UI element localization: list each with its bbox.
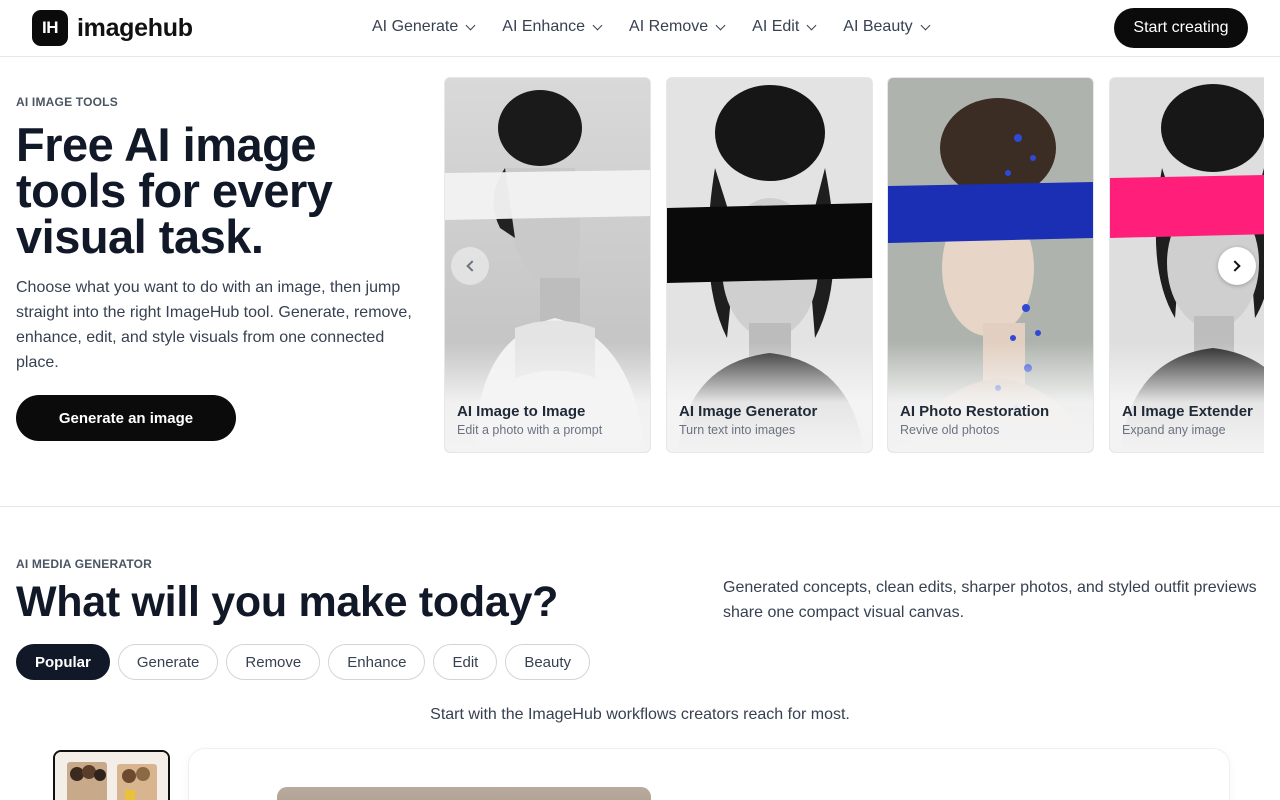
main-nav: AI Generate AI Enhance AI Remove AI Edit… bbox=[372, 18, 957, 36]
hero-description: Choose what you want to do with an image… bbox=[16, 279, 412, 371]
hero-title: Free AI image tools for every visual tas… bbox=[16, 118, 333, 263]
start-creating-button[interactable]: Start creating bbox=[1114, 8, 1248, 48]
category-tabs: Popular Generate Remove Enhance Edit Bea… bbox=[16, 644, 591, 680]
section-divider bbox=[0, 506, 1280, 507]
carousel-next-button[interactable] bbox=[1218, 247, 1256, 285]
logo-mark: IH bbox=[32, 10, 68, 46]
tool-card-image-generator[interactable]: AI Image Generator Turn text into images bbox=[666, 77, 873, 453]
nav-label: AI Beauty bbox=[843, 18, 913, 35]
generate-image-button[interactable]: Generate an image bbox=[16, 395, 236, 441]
chevron-down-icon bbox=[715, 20, 726, 30]
nav-label: AI Edit bbox=[752, 18, 800, 35]
tab-generate[interactable]: Generate bbox=[117, 644, 219, 680]
section-description: Generated concepts, clean edits, sharper… bbox=[723, 579, 1257, 621]
chevron-down-icon bbox=[465, 20, 476, 30]
nav-ai-edit[interactable]: AI Edit bbox=[752, 18, 817, 36]
card-title: AI Image Extender bbox=[1122, 403, 1253, 420]
tab-popular[interactable]: Popular bbox=[16, 644, 110, 680]
chevron-left-icon bbox=[466, 260, 478, 272]
top-header: IH imagehub AI Generate AI Enhance AI Re… bbox=[0, 0, 1280, 57]
nav-ai-generate[interactable]: AI Generate bbox=[372, 18, 476, 36]
nav-ai-remove[interactable]: AI Remove bbox=[629, 18, 726, 36]
tab-enhance[interactable]: Enhance bbox=[328, 644, 426, 680]
chevron-down-icon bbox=[592, 20, 603, 30]
thumbnail-image bbox=[55, 752, 168, 800]
chevron-right-icon bbox=[1229, 260, 1241, 272]
card-subtitle: Edit a photo with a prompt bbox=[457, 423, 603, 437]
section-note: Start with the ImageHub workflows creato… bbox=[430, 706, 850, 723]
tab-edit[interactable]: Edit bbox=[433, 644, 498, 680]
card-subtitle: Expand any image bbox=[1122, 423, 1226, 437]
tab-remove[interactable]: Remove bbox=[226, 644, 321, 680]
tab-beauty[interactable]: Beauty bbox=[505, 644, 591, 680]
preview-image bbox=[277, 787, 651, 800]
section-title: What will you make today? bbox=[16, 578, 559, 626]
card-subtitle: Turn text into images bbox=[679, 423, 796, 437]
section-eyebrow: AI MEDIA GENERATOR bbox=[16, 557, 153, 571]
hero-eyebrow: AI IMAGE TOOLS bbox=[16, 95, 118, 109]
logo[interactable]: IH imagehub bbox=[32, 10, 193, 46]
tools-carousel: AI Image to Image Edit a photo with a pr… bbox=[444, 77, 1264, 457]
card-subtitle: Revive old photos bbox=[900, 423, 1000, 437]
chevron-down-icon bbox=[920, 20, 931, 30]
nav-ai-beauty[interactable]: AI Beauty bbox=[843, 18, 931, 36]
card-title: AI Image to Image bbox=[457, 403, 586, 420]
tool-card-photo-restoration[interactable]: AI Photo Restoration Revive old photos bbox=[887, 77, 1094, 453]
card-title: AI Image Generator bbox=[679, 403, 818, 420]
nav-label: AI Generate bbox=[372, 18, 459, 35]
card-title: AI Photo Restoration bbox=[900, 403, 1050, 420]
nav-ai-enhance[interactable]: AI Enhance bbox=[502, 18, 603, 36]
nav-label: AI Enhance bbox=[502, 18, 586, 35]
chevron-down-icon bbox=[806, 20, 817, 30]
nav-label: AI Remove bbox=[629, 18, 709, 35]
brand-name: imagehub bbox=[77, 13, 193, 42]
workflow-thumbnail[interactable] bbox=[53, 750, 170, 800]
carousel-prev-button[interactable] bbox=[451, 247, 489, 285]
